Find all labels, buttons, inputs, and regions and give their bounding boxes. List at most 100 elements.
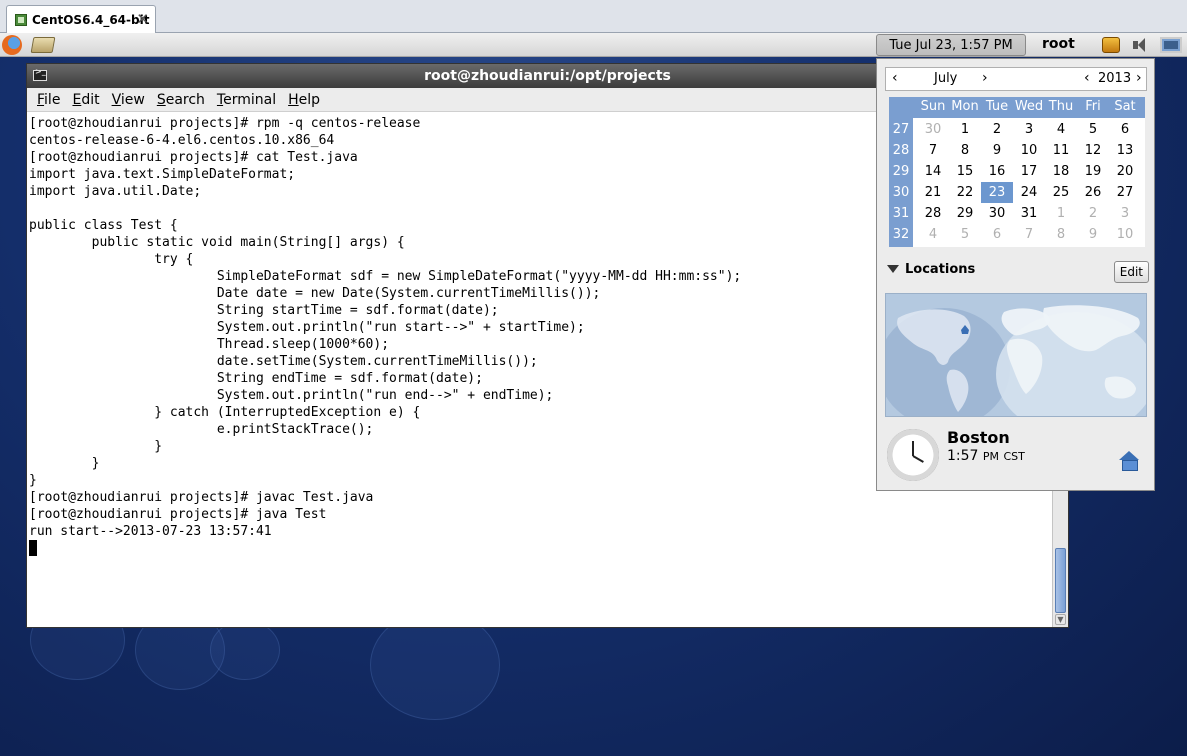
day-header: Mon: [951, 99, 979, 114]
calendar-day[interactable]: 1: [949, 119, 981, 140]
scrollbar-thumb[interactable]: [1055, 548, 1066, 613]
city-zone: CST: [1003, 450, 1025, 463]
terminal-cursor-line: [29, 540, 1052, 558]
calendar-day[interactable]: 8: [949, 140, 981, 161]
week-number: 32: [892, 227, 910, 242]
calendar-day[interactable]: 26: [1077, 182, 1109, 203]
location-boston[interactable]: Boston 1:57 PM CST: [885, 427, 1147, 487]
terminal-title: root@zhoudianrui:/opt/projects: [424, 68, 671, 84]
menu-search-label: Search: [156, 91, 205, 108]
calendar-day[interactable]: 10: [1109, 224, 1141, 245]
vm-tab-title: CentOS6.4_64-bit: [32, 12, 150, 27]
menu-edit[interactable]: Edit: [66, 92, 105, 108]
terminal-line: [root@zhoudianrui projects]# java Test: [29, 507, 327, 522]
menu-search[interactable]: Search: [151, 92, 211, 108]
calendar-day[interactable]: 7: [917, 140, 949, 161]
week-number-column: 27 28 29 30 31 32: [889, 97, 913, 247]
calendar-day[interactable]: 16: [981, 161, 1013, 182]
close-icon[interactable]: ✕: [136, 10, 149, 28]
scroll-down-icon[interactable]: ▼: [1055, 614, 1066, 625]
world-map-graphic: [886, 294, 1146, 416]
calendar-day[interactable]: 27: [1109, 182, 1141, 203]
calendar-day[interactable]: 31: [1013, 203, 1045, 224]
calendar-day[interactable]: 6: [1109, 119, 1141, 140]
locations-row: Locations Edit: [885, 259, 1149, 285]
day-header: Wed: [1014, 99, 1044, 114]
calendar-day[interactable]: 21: [917, 182, 949, 203]
calendar-day[interactable]: 9: [1077, 224, 1109, 245]
vm-tab[interactable]: CentOS6.4_64-bit ✕: [6, 5, 156, 33]
next-month-button[interactable]: ›: [982, 70, 988, 86]
locations-label: Locations: [905, 262, 976, 277]
city-ampm: PM: [982, 450, 1000, 463]
top-panel: Tue Jul 23, 1:57 PM root: [0, 33, 1187, 57]
calendar-day[interactable]: 13: [1109, 140, 1141, 161]
edit-button[interactable]: Edit: [1113, 261, 1149, 283]
day-header: Sat: [1114, 99, 1136, 114]
calendar-day[interactable]: 25: [1045, 182, 1077, 203]
calendar-day[interactable]: 22: [949, 182, 981, 203]
calendar-day[interactable]: 19: [1077, 161, 1109, 182]
calendar-day[interactable]: 3: [1013, 119, 1045, 140]
menu-view[interactable]: View: [106, 92, 151, 108]
menu-help-label: Help: [288, 91, 321, 108]
calendar-day[interactable]: 3: [1109, 203, 1141, 224]
week-number: 28: [892, 143, 910, 158]
calendar-day[interactable]: 20: [1109, 161, 1141, 182]
calendar-day[interactable]: 4: [917, 224, 949, 245]
calendar-day[interactable]: 5: [949, 224, 981, 245]
desktop-decoration: [210, 620, 280, 680]
calendar-day[interactable]: 1: [1045, 203, 1077, 224]
calendar-day-today[interactable]: 23: [981, 182, 1013, 203]
calendar-day[interactable]: 14: [917, 161, 949, 182]
calendar-day[interactable]: 28: [917, 203, 949, 224]
calendar-day[interactable]: 17: [1013, 161, 1045, 182]
week-number: 30: [892, 185, 910, 200]
launcher-icon[interactable]: [30, 37, 56, 53]
menu-help[interactable]: Help: [282, 92, 326, 108]
menu-file-label: File: [37, 91, 61, 108]
menu-terminal-label: Terminal: [216, 91, 277, 108]
calendar-day[interactable]: 7: [1013, 224, 1045, 245]
calendar-day[interactable]: 11: [1045, 140, 1077, 161]
menu-file[interactable]: File: [31, 92, 66, 108]
calendar-year: 2013: [1098, 71, 1132, 86]
calendar-day[interactable]: 24: [1013, 182, 1045, 203]
calendar-day[interactable]: 9: [981, 140, 1013, 161]
calendar-month: July: [934, 71, 958, 86]
calendar-day[interactable]: 12: [1077, 140, 1109, 161]
calendar-day[interactable]: 2: [1077, 203, 1109, 224]
world-map: [885, 293, 1147, 417]
city-time: 1:57 PM CST: [947, 448, 1025, 464]
day-header-row: Sun Mon Tue Wed Thu Fri Sat: [889, 97, 1145, 118]
week-number: 31: [892, 206, 910, 221]
home-icon[interactable]: [1119, 451, 1139, 471]
prev-year-button[interactable]: ‹: [1084, 70, 1090, 86]
network-icon[interactable]: [1160, 37, 1182, 53]
calendar-day[interactable]: 8: [1045, 224, 1077, 245]
prev-month-button[interactable]: ‹: [892, 70, 898, 86]
calendar-day[interactable]: 2: [981, 119, 1013, 140]
expand-arrow-icon[interactable]: [887, 265, 899, 273]
menu-terminal[interactable]: Terminal: [211, 92, 282, 108]
volume-icon[interactable]: [1132, 37, 1150, 53]
calendar-day[interactable]: 30: [981, 203, 1013, 224]
clock-button[interactable]: Tue Jul 23, 1:57 PM: [876, 34, 1026, 56]
calendar-day[interactable]: 15: [949, 161, 981, 182]
user-label[interactable]: root: [1042, 36, 1075, 52]
calendar-day[interactable]: 4: [1045, 119, 1077, 140]
calendar-day[interactable]: 5: [1077, 119, 1109, 140]
calendar-day[interactable]: 18: [1045, 161, 1077, 182]
firefox-icon[interactable]: [2, 35, 22, 55]
calendar-day[interactable]: 10: [1013, 140, 1045, 161]
clock-icon: [887, 429, 939, 481]
next-year-button[interactable]: ›: [1136, 70, 1142, 86]
calendar-day[interactable]: 6: [981, 224, 1013, 245]
calendar-header: ‹ July › ‹ 2013 ›: [885, 67, 1147, 91]
city-time-value: 1:57: [947, 448, 979, 464]
calendar-day[interactable]: 30: [917, 119, 949, 140]
update-icon[interactable]: [1102, 37, 1120, 53]
week-number: 27: [892, 122, 910, 137]
day-header: Thu: [1048, 99, 1074, 114]
calendar-day[interactable]: 29: [949, 203, 981, 224]
